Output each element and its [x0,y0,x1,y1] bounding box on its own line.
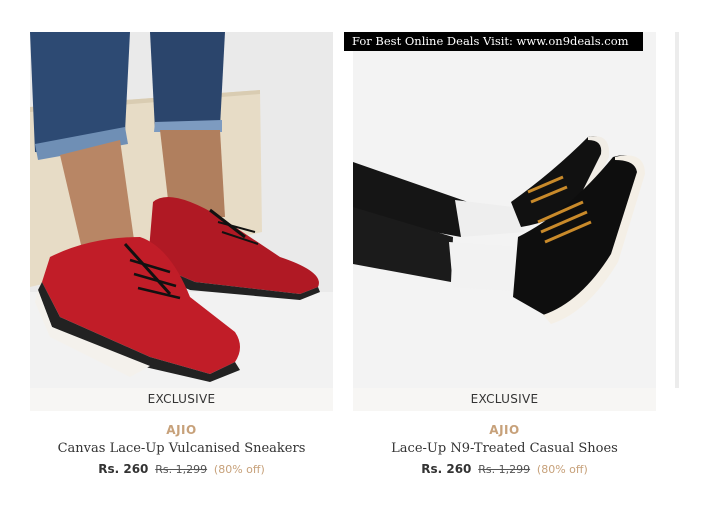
product-image[interactable] [353,32,656,388]
product-brand: AJIO [166,423,197,437]
product-image[interactable] [30,32,333,388]
product-brand: AJIO [489,423,520,437]
selling-price: Rs. 260 [98,462,149,476]
exclusive-badge: EXCLUSIVE [30,388,333,411]
product-card[interactable]: EXCLUSIVE AJIO Canvas Lace-Up Vulcanised… [30,32,333,476]
black-shoes-image [353,32,656,388]
price-row: Rs. 260 Rs. 1,299 (80% off) [353,462,656,476]
price-row: Rs. 260 Rs. 1,299 (80% off) [30,462,333,476]
next-card-edge [675,32,679,388]
discount-label: (80% off) [536,463,588,476]
red-sneakers-image [30,32,333,388]
exclusive-badge: EXCLUSIVE [353,388,656,411]
product-name[interactable]: Canvas Lace-Up Vulcanised Sneakers [30,441,333,456]
product-name[interactable]: Lace-Up N9-Treated Casual Shoes [353,441,656,456]
deals-watermark-banner: For Best Online Deals Visit: www.on9deal… [344,32,643,51]
selling-price: Rs. 260 [421,462,472,476]
discount-label: (80% off) [213,463,265,476]
product-card[interactable]: EXCLUSIVE AJIO Lace-Up N9-Treated Casual… [353,32,656,476]
original-price: Rs. 1,299 [155,463,208,476]
original-price: Rs. 1,299 [478,463,531,476]
